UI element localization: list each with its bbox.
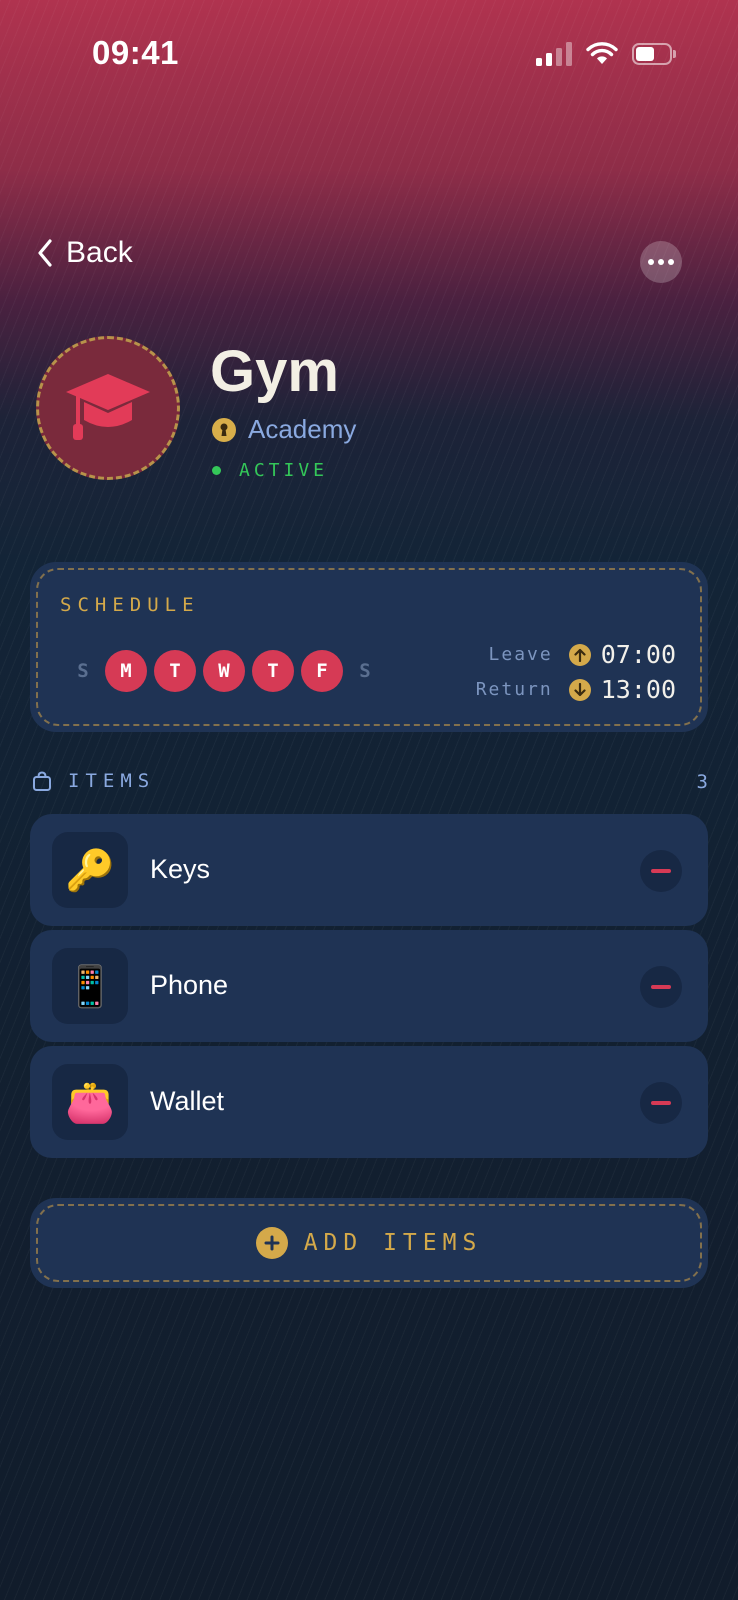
keyhole-icon — [212, 417, 236, 442]
status-dot — [212, 466, 221, 475]
remove-item-button[interactable] — [640, 966, 682, 1008]
remove-item-button[interactable] — [640, 1082, 682, 1124]
status-icons — [536, 42, 676, 66]
items-header: ITEMS — [32, 770, 155, 792]
weekday-selector: SMTWTFS — [68, 650, 380, 692]
status-time: 09:41 — [92, 34, 179, 71]
plus-icon — [255, 1227, 288, 1259]
list-item[interactable]: 🔑 Keys — [30, 814, 708, 926]
return-row[interactable]: Return 13:00 — [476, 675, 676, 704]
status-label: ACTIVE — [239, 460, 329, 481]
leave-label: Leave — [488, 644, 553, 665]
schedule-times: Leave 07:00 Return 13:00 — [476, 640, 676, 704]
weekday-4[interactable]: T — [252, 650, 294, 692]
category-label: Academy — [248, 414, 357, 444]
category-row: Academy — [212, 414, 356, 445]
item-label: Keys — [150, 854, 211, 884]
weekday-0[interactable]: S — [68, 650, 98, 692]
item-label: Phone — [150, 970, 229, 1000]
list-item[interactable]: 👛 Wallet — [30, 1046, 708, 1158]
wifi-icon — [586, 42, 618, 64]
schedule-label: SCHEDULE — [60, 594, 200, 616]
items-label: ITEMS — [68, 770, 156, 792]
minus-icon — [651, 869, 671, 873]
schedule-card[interactable]: SCHEDULE SMTWTFS Leave 07:00 Return 13:0… — [30, 562, 708, 732]
chevron-left-icon — [38, 239, 52, 267]
leave-row[interactable]: Leave 07:00 — [489, 640, 676, 669]
items-count: 3 — [696, 771, 708, 793]
battery-level — [636, 47, 654, 61]
bag-icon — [33, 771, 51, 791]
weekday-6[interactable]: S — [350, 650, 380, 692]
ellipsis-icon — [648, 259, 674, 265]
add-items-label: ADD ITEMS — [303, 1230, 483, 1256]
arrow-up-icon — [568, 643, 591, 666]
weekday-3[interactable]: W — [203, 650, 245, 692]
weekday-2[interactable]: T — [154, 650, 196, 692]
weekday-1[interactable]: M — [105, 650, 147, 692]
minus-icon — [651, 1101, 671, 1105]
back-label: Back — [66, 236, 133, 269]
purse-icon: 👛 — [52, 1064, 128, 1140]
more-options-button[interactable] — [640, 241, 682, 283]
battery-icon — [632, 43, 676, 65]
arrow-down-icon — [568, 678, 591, 701]
leave-time: 07:00 — [600, 640, 676, 669]
return-time: 13:00 — [600, 675, 676, 704]
remove-item-button[interactable] — [640, 850, 682, 892]
list-item[interactable]: 📱 Phone — [30, 930, 708, 1042]
page-title: Gym — [210, 339, 339, 404]
return-label: Return — [475, 679, 553, 700]
back-button[interactable]: Back — [36, 236, 133, 270]
graduation-cap-icon — [66, 374, 150, 440]
routine-avatar — [36, 336, 180, 480]
phone-icon: 📱 — [52, 948, 128, 1024]
add-items-button[interactable]: ADD ITEMS — [30, 1198, 708, 1288]
minus-icon — [651, 985, 671, 989]
key-icon: 🔑 — [52, 832, 128, 908]
active-status: ACTIVE — [212, 460, 328, 481]
signal-icon — [536, 42, 572, 66]
weekday-5[interactable]: F — [301, 650, 343, 692]
item-label: Wallet — [150, 1086, 225, 1116]
